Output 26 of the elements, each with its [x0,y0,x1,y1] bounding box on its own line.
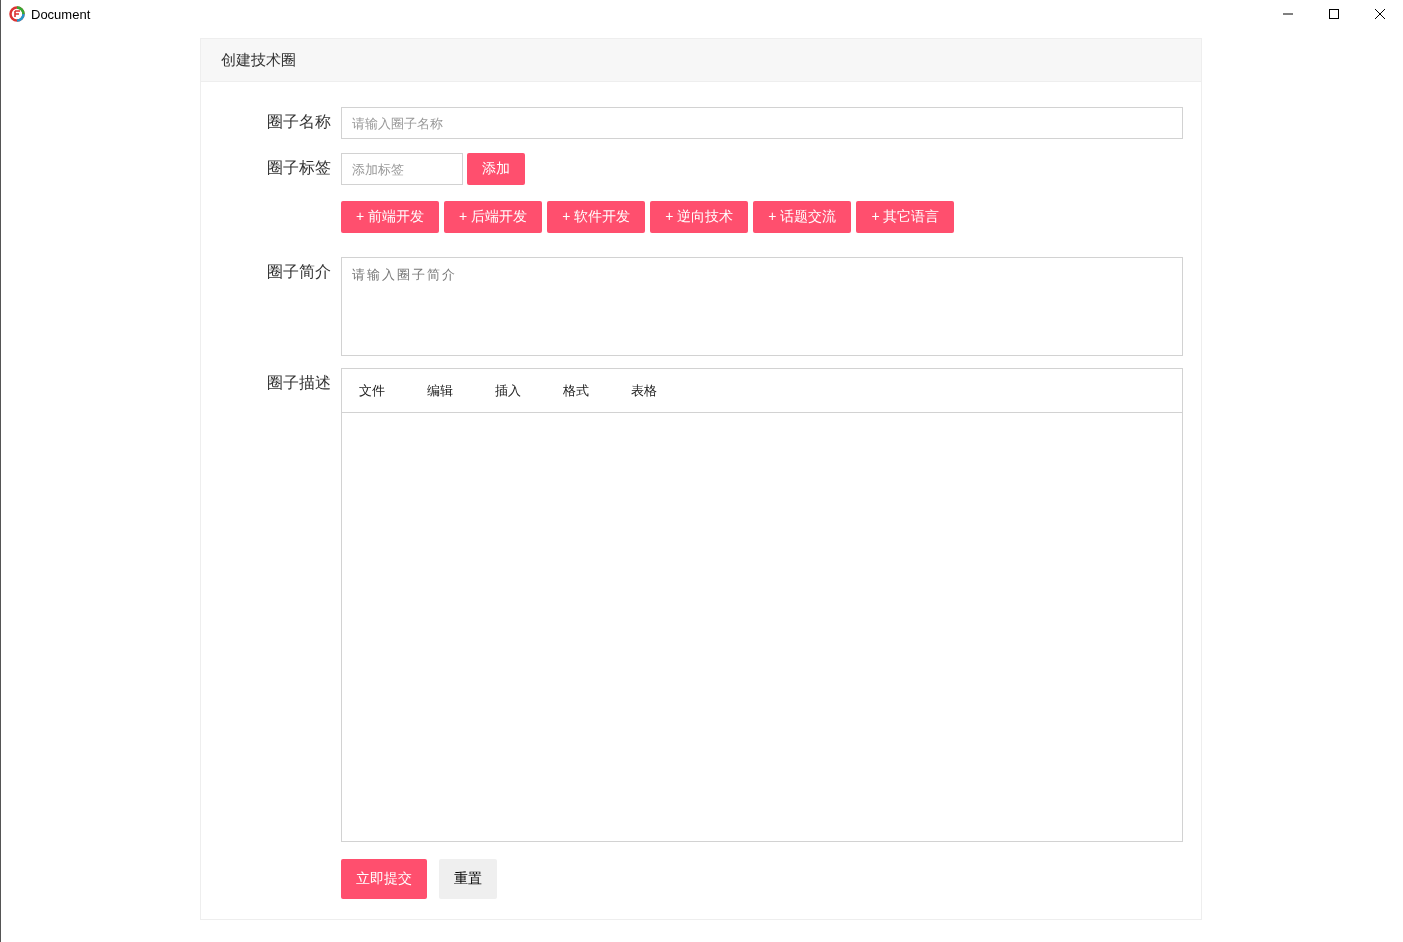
field-label: 圈子名称 [266,112,331,132]
input-field[interactable]: 添加标签 [341,153,463,185]
input-field[interactable]: 请输入圈子名称 [341,107,1183,139]
window-title: Document [31,6,92,22]
menu-item[interactable]: 插入 [484,381,532,400]
maximize-icon [1328,8,1340,20]
card-title: 创建技术圈 [201,39,1201,82]
tag-button[interactable]: + 逆向技术 [650,201,749,233]
field-label: 圈子简介 [266,262,331,282]
tag-button[interactable]: + 前端开发 [341,201,440,233]
tag-button[interactable]: + 后端开发 [444,201,543,233]
tag-button[interactable]: + 软件开发 [547,201,646,233]
menu-item[interactable]: 文件 [348,381,396,400]
reset-button[interactable]: 重置 [439,859,497,899]
close-icon [1374,8,1386,20]
menu-item[interactable]: 编辑 [416,381,464,400]
add-button[interactable]: 添加 [467,153,525,185]
menu-item[interactable]: 表格 [620,381,668,400]
app-logo-icon [9,6,25,22]
textarea-field[interactable]: 请输入圈子简介 [341,257,1183,356]
menu-item[interactable]: 格式 [552,381,600,400]
tag-button[interactable]: + 话题交流 [753,201,852,233]
submit-button[interactable]: 立即提交 [341,859,427,899]
field-label: 圈子描述 [266,373,331,393]
field-label: 圈子标签 [266,158,331,178]
tag-button[interactable]: + 其它语言 [856,201,955,233]
